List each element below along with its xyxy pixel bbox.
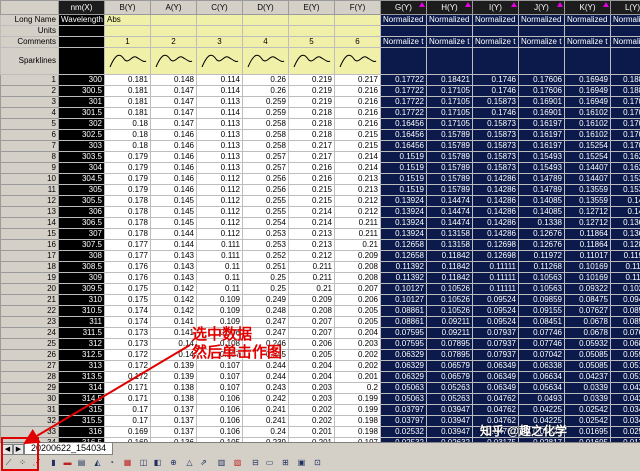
- plot-button-highlight: [1, 437, 39, 471]
- watermark: 知乎 @趣之化学: [480, 422, 567, 439]
- annotation-text: 选中数据 然后单击作图: [192, 326, 282, 362]
- annotation-line-1: 选中数据: [192, 326, 282, 344]
- annotation-arrow: [0, 0, 640, 470]
- annotation-line-2: 然后单击作图: [192, 344, 282, 362]
